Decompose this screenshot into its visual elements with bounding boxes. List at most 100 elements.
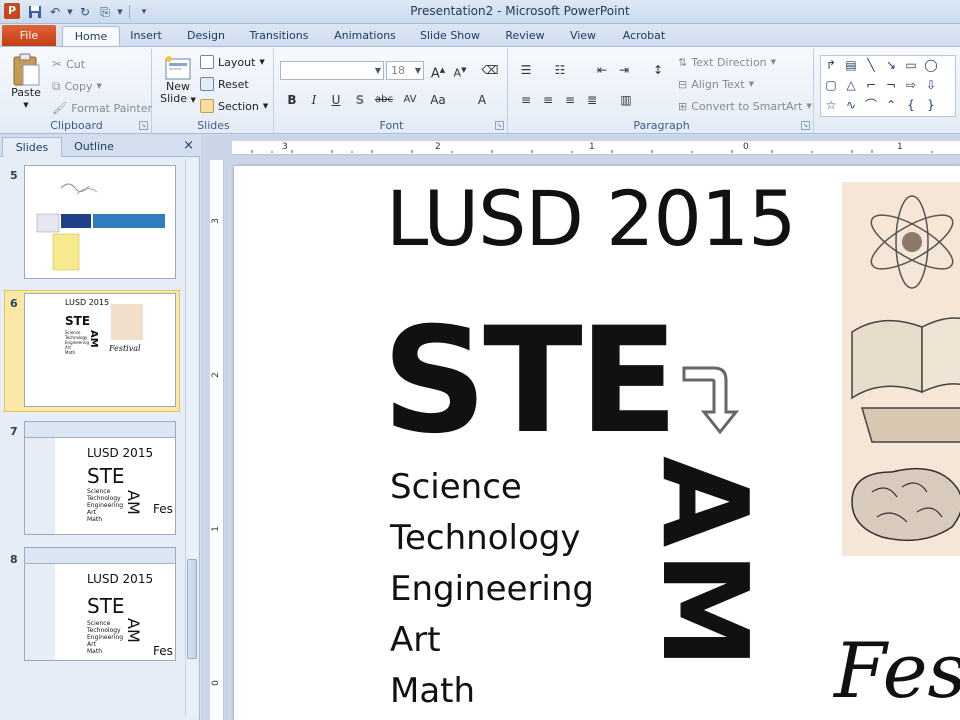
reset-label: Reset	[218, 77, 249, 91]
bold-icon[interactable]: B	[282, 91, 302, 109]
justify-icon[interactable]: ≣	[582, 91, 602, 109]
tab-design[interactable]: Design	[182, 26, 230, 46]
thumb-8-festival: Fes	[153, 644, 173, 658]
tab-home[interactable]: Home	[62, 26, 120, 46]
bullets-icon[interactable]: ☰	[516, 61, 536, 79]
align-text-button[interactable]: ⊟ Align Text ▼	[678, 75, 754, 93]
paragraph-dialog-launcher-icon[interactable]: ↘	[801, 121, 810, 130]
font-name-combo[interactable]: ▼	[280, 61, 384, 80]
align-center-icon[interactable]: ≡	[538, 91, 558, 109]
new-slide-button[interactable]: New Slide ▼	[158, 55, 198, 106]
align-left-icon[interactable]: ≡	[516, 91, 536, 109]
smartart-icon: ⊞	[678, 99, 688, 113]
section-button[interactable]: Section ▼	[200, 97, 268, 115]
close-icon[interactable]: ×	[183, 138, 194, 153]
section-label: Section	[218, 99, 259, 113]
freeform-shape-icon[interactable]: ∿	[843, 98, 859, 112]
slide-subject-list[interactable]: Science Technology Engineering Art Math	[390, 462, 594, 717]
grow-font-icon[interactable]: A▲	[428, 61, 448, 81]
oval-shape-icon[interactable]: ◯	[923, 58, 939, 72]
slide-thumbnail-5[interactable]	[24, 165, 176, 279]
thumb-8-am: AM	[124, 618, 143, 643]
slide-title[interactable]: LUSD 2015	[386, 174, 797, 263]
v-ruler-label-0: 0	[210, 680, 221, 686]
tab-slide-show[interactable]: Slide Show	[414, 26, 486, 46]
tab-view[interactable]: View	[562, 26, 604, 46]
convert-smartart-dropdown-icon: ▼	[806, 102, 812, 110]
convert-smartart-button[interactable]: ⊞ Convert to SmartArt ▼	[678, 97, 812, 115]
horizontal-ruler[interactable]: 3 2 1 0 1	[232, 141, 960, 155]
elbow-connector-shape-icon[interactable]: ⌐	[863, 78, 879, 92]
curved-down-arrow-shape[interactable]	[680, 364, 740, 436]
tab-animations[interactable]: Animations	[330, 26, 400, 46]
elbow-connector-2-shape-icon[interactable]: ¬	[883, 78, 899, 92]
font-size-combo[interactable]: 18 ▼	[386, 61, 424, 80]
left-brace-shape-icon[interactable]: {	[903, 98, 919, 112]
decrease-indent-icon[interactable]: ⇤	[592, 61, 612, 79]
change-case-icon[interactable]: Aa	[428, 91, 448, 109]
columns-icon[interactable]: ▥	[616, 91, 636, 109]
align-right-icon[interactable]: ≡	[560, 91, 580, 109]
drawing-group: ↱ ▤ ╲ ↘ ▭ ◯ ▢ △ ⌐ ¬ ⇨ ⇩ ☆ ∿ ⌒ ⌃ { }	[816, 49, 960, 133]
slide-thumbnail-6[interactable]: LUSD 2015 STE AM Science Technology Engine…	[24, 293, 176, 407]
arrow-line-shape-icon[interactable]: ↘	[883, 58, 899, 72]
rectangle-shape-icon[interactable]: ▭	[903, 58, 919, 72]
thumb-6-festival: Festival	[109, 344, 141, 353]
star-shape-icon[interactable]: ☆	[823, 98, 839, 112]
slide-ste-text[interactable]: STE	[382, 306, 678, 456]
arc-shape-icon[interactable]: ⌃	[883, 98, 899, 112]
triangle-shape-icon[interactable]: △	[843, 78, 859, 92]
tab-outline-panel[interactable]: Outline	[64, 137, 124, 157]
slide-am-text[interactable]: AM	[636, 456, 774, 716]
slides-panel-scroll-thumb[interactable]	[187, 559, 197, 659]
tab-acrobat[interactable]: Acrobat	[616, 26, 672, 46]
font-color-icon[interactable]: A	[472, 91, 492, 109]
slide-thumbnail-8[interactable]: LUSD 2015 STE Science Technology Engineeri…	[24, 547, 176, 661]
tab-slides-panel[interactable]: Slides	[2, 137, 62, 157]
slides-panel-scrollbar[interactable]	[185, 159, 197, 717]
format-painter-button[interactable]: 🖌 Format Painter	[52, 99, 152, 117]
curve-shape-icon[interactable]: ⌒	[863, 98, 879, 112]
clipboard-dialog-launcher-icon[interactable]: ↘	[139, 121, 148, 130]
vertical-ruler[interactable]: 3 2 1 0	[210, 160, 224, 720]
numbering-icon[interactable]: ☷	[550, 61, 570, 79]
right-arrow-shape-icon[interactable]: ⇨	[903, 78, 919, 92]
copy-button[interactable]: ⧉ Copy ▼	[52, 77, 102, 95]
text-box-shape-icon[interactable]: ▤	[843, 58, 859, 72]
increase-indent-icon[interactable]: ⇥	[614, 61, 634, 79]
thumb-6-list: Science Technology Engineering Art Math	[65, 330, 89, 355]
thumb-7-festival: Fes	[153, 502, 173, 516]
line-spacing-icon[interactable]: ↕	[648, 61, 668, 79]
tab-review[interactable]: Review	[500, 26, 550, 46]
layout-dropdown-icon: ▼	[259, 58, 265, 66]
shadow-icon[interactable]: S	[350, 91, 370, 109]
paste-button[interactable]: Paste ▼	[6, 53, 46, 111]
rounded-rectangle-shape-icon[interactable]: ▢	[823, 78, 839, 92]
font-dialog-launcher-icon[interactable]: ↘	[495, 121, 504, 130]
text-direction-button[interactable]: ⇅ Text Direction ▼	[678, 53, 776, 71]
down-arrow-shape-icon[interactable]: ⇩	[923, 78, 939, 92]
clear-formatting-icon[interactable]: ⌫	[480, 61, 500, 79]
slide-canvas[interactable]: LUSD 2015 STE Science Technology Enginee…	[234, 166, 960, 720]
science-collage-image[interactable]	[842, 182, 960, 556]
underline-icon[interactable]: U	[326, 91, 346, 109]
character-spacing-icon[interactable]: AV	[400, 91, 420, 109]
horizontal-ruler-ticks	[251, 150, 933, 153]
right-brace-shape-icon[interactable]: }	[923, 98, 939, 112]
layout-button[interactable]: Layout ▼	[200, 53, 265, 71]
tab-file[interactable]: File	[2, 25, 56, 46]
tab-insert[interactable]: Insert	[124, 26, 168, 46]
shrink-font-icon[interactable]: A▼	[450, 61, 470, 80]
tab-transitions[interactable]: Transitions	[244, 26, 314, 46]
elbow-arrow-shape-icon[interactable]: ↱	[823, 58, 839, 72]
list-item: Math	[390, 671, 476, 711]
slide-festival-text[interactable]: Fes	[834, 626, 960, 715]
scissors-icon: ✂	[52, 57, 63, 71]
italic-icon[interactable]: I	[304, 91, 324, 109]
strikethrough-icon[interactable]: abc	[374, 91, 394, 109]
reset-button[interactable]: Reset	[200, 75, 249, 93]
slide-thumbnail-7[interactable]: LUSD 2015 STE Science Technology Engineeri…	[24, 421, 176, 535]
line-shape-icon[interactable]: ╲	[863, 58, 879, 72]
thumbnail-number-7: 7	[10, 425, 18, 438]
cut-button[interactable]: ✂ Cut	[52, 55, 85, 73]
